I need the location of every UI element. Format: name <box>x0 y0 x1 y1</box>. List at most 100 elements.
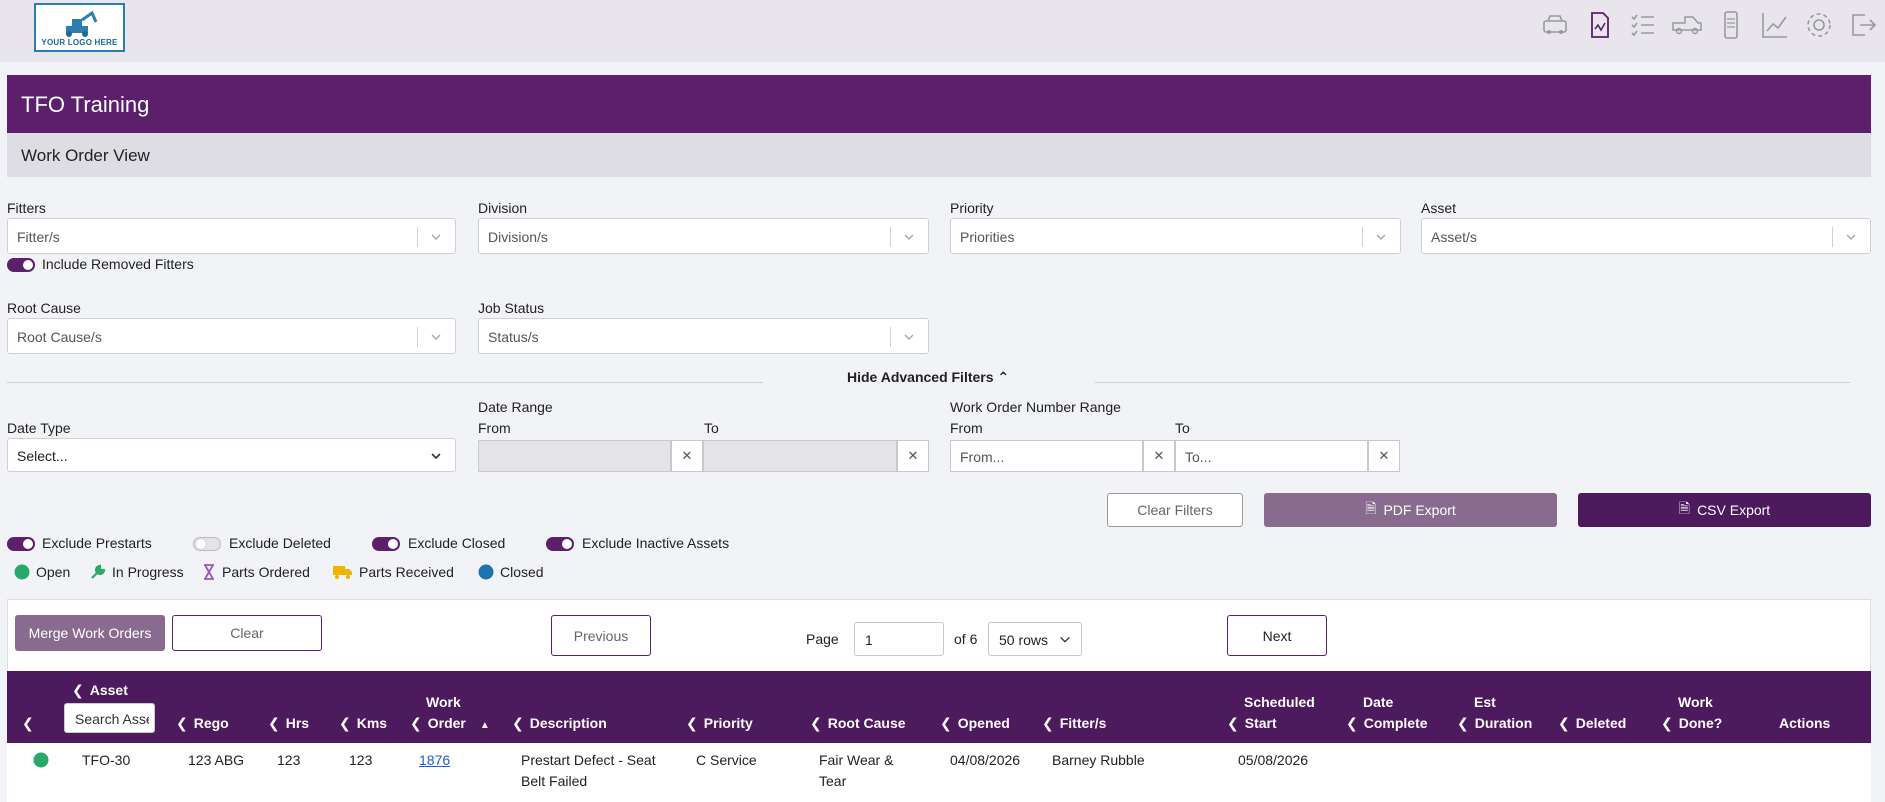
chevron-left-icon: ❮ <box>339 715 351 731</box>
chevron-down-icon <box>431 334 441 341</box>
next-page-button[interactable]: Next <box>1227 615 1327 656</box>
column-work-order[interactable]: ❮ Order ▲ <box>410 713 490 736</box>
hide-advanced-filters-toggle[interactable]: Hide Advanced Filters ⌃ <box>847 369 1009 386</box>
column-priority-label: Priority <box>703 715 753 731</box>
clear-wo-from-button[interactable]: ✕ <box>1143 440 1175 472</box>
company-logo[interactable]: YOUR LOGO HERE <box>34 3 125 52</box>
column-work-order-label: Order <box>427 715 466 731</box>
cell-asset: TFO-30 <box>82 752 131 768</box>
search-asset-placeholder: Search Asset <box>75 711 149 727</box>
exclude-deleted-toggle[interactable] <box>193 537 221 551</box>
chevron-down-icon <box>904 234 914 241</box>
include-removed-fitters-toggle[interactable] <box>7 258 35 272</box>
cell-kms: 123 <box>349 752 373 768</box>
fitters-placeholder: Fitter/s <box>17 229 60 245</box>
wo-to-label: To <box>1175 420 1190 436</box>
column-est-duration[interactable]: ❮ Duration <box>1457 713 1532 733</box>
open-status-icon <box>33 752 49 768</box>
exclude-closed-toggle[interactable] <box>372 537 400 551</box>
column-est-duration-label: Duration <box>1474 715 1533 731</box>
column-scheduled-start-label: Start <box>1244 715 1277 731</box>
logout-icon[interactable] <box>1841 8 1885 42</box>
column-description[interactable]: ❮ Description <box>512 713 607 733</box>
chevron-left-icon: ❮ <box>1661 715 1673 731</box>
rows-per-page-select[interactable]: 50 rows <box>988 622 1082 656</box>
date-to-input[interactable] <box>703 440 897 472</box>
chevron-left-icon: ❮ <box>686 715 698 731</box>
root-cause-select[interactable]: Root Cause/s <box>7 318 456 354</box>
column-opened[interactable]: ❮ Opened <box>940 713 1010 733</box>
wo-to-input[interactable]: To... <box>1175 440 1368 472</box>
column-asset[interactable]: ❮ Asset <box>72 680 128 700</box>
legend-closed-label: Closed <box>500 564 544 580</box>
cell-work-order[interactable]: 1876 <box>419 750 450 770</box>
date-type-label: Date Type <box>7 420 71 436</box>
previous-page-button[interactable]: Previous <box>551 615 651 656</box>
clear-wo-to-button[interactable]: ✕ <box>1368 440 1400 472</box>
date-type-value: Select... <box>17 448 68 464</box>
column-date-complete[interactable]: ❮ Complete <box>1346 713 1428 733</box>
exclude-inactive-assets-toggle[interactable] <box>546 537 574 551</box>
job-status-select[interactable]: Status/s <box>478 318 929 354</box>
date-from-input[interactable] <box>478 440 671 472</box>
date-type-select[interactable]: Select... <box>7 438 456 472</box>
page-header: TFO Training <box>7 75 1871 133</box>
priority-select[interactable]: Priorities <box>950 218 1401 254</box>
pdf-export-button[interactable]: 🗎 PDF Export <box>1264 493 1557 527</box>
cell-root-cause-line2: Tear <box>819 773 847 789</box>
wo-from-input[interactable]: From... <box>950 440 1143 472</box>
clear-filters-button[interactable]: Clear Filters <box>1107 493 1243 527</box>
cell-opened: 04/08/2026 <box>950 752 1021 768</box>
clear-selection-label: Clear <box>230 625 264 641</box>
exclude-prestarts-toggle[interactable] <box>7 537 35 551</box>
merge-work-orders-button[interactable]: Merge Work Orders <box>15 615 165 651</box>
wo-from-label: From <box>950 420 983 436</box>
page-number-input[interactable]: 1 <box>854 622 944 656</box>
column-fitters-label: Fitter/s <box>1059 715 1107 731</box>
hide-advanced-label: Hide Advanced Filters <box>847 369 994 385</box>
fitters-select[interactable]: Fitter/s <box>7 218 456 254</box>
column-scheduled-start[interactable]: ❮ Start <box>1227 713 1277 733</box>
logo-text: YOUR LOGO HERE <box>41 38 118 47</box>
checklist-icon[interactable] <box>1621 8 1665 42</box>
search-asset-input[interactable]: Search Asset <box>64 703 155 733</box>
column-work-done[interactable]: ❮ Done? <box>1661 713 1722 733</box>
column-priority[interactable]: ❮ Priority <box>686 713 753 733</box>
chevron-left-icon: ❮ <box>1042 715 1054 731</box>
division-select[interactable]: Division/s <box>478 218 929 254</box>
column-kms-label: Kms <box>356 715 388 731</box>
column-fitters[interactable]: ❮ Fitter/s <box>1042 713 1106 733</box>
next-page-label: Next <box>1262 627 1292 644</box>
column-rego[interactable]: ❮ Rego <box>176 713 229 733</box>
cell-scheduled-start: 05/08/2026 <box>1238 752 1309 768</box>
collapse-chevron-icon[interactable]: ❮ <box>22 713 34 733</box>
column-root-cause[interactable]: ❮ Root Cause <box>810 713 906 733</box>
settings-icon[interactable] <box>1797 8 1841 42</box>
csv-export-button[interactable]: 🗎 CSV Export <box>1578 493 1871 527</box>
clear-date-from-button[interactable]: ✕ <box>671 440 703 472</box>
car-icon[interactable] <box>1533 8 1577 42</box>
column-deleted[interactable]: ❮ Deleted <box>1558 713 1626 733</box>
truck-icon[interactable] <box>1665 8 1709 42</box>
file-pdf-icon: 🗎 <box>1365 500 1377 516</box>
column-est-duration-line1: Est <box>1474 694 1496 710</box>
hourglass-icon <box>204 564 214 580</box>
clear-selection-button[interactable]: Clear <box>172 615 322 651</box>
clear-date-to-button[interactable]: ✕ <box>897 440 929 472</box>
priority-placeholder: Priorities <box>960 229 1015 245</box>
chart-icon[interactable] <box>1753 8 1797 42</box>
asset-select[interactable]: Asset/s <box>1421 218 1871 254</box>
delivery-truck-icon <box>333 566 352 579</box>
chevron-left-icon: ❮ <box>1457 715 1469 731</box>
fitters-label: Fitters <box>7 200 46 216</box>
mobile-icon[interactable] <box>1709 8 1753 42</box>
column-opened-label: Opened <box>957 715 1010 731</box>
work-order-link[interactable]: 1876 <box>419 752 450 768</box>
job-status-label: Job Status <box>478 300 545 316</box>
column-hrs[interactable]: ❮ Hrs <box>268 713 309 733</box>
column-kms[interactable]: ❮ Kms <box>339 713 387 733</box>
root-cause-placeholder: Root Cause/s <box>17 329 102 345</box>
asset-label: Asset <box>1421 200 1457 216</box>
exclude-prestarts-label: Exclude Prestarts <box>42 535 152 551</box>
report-icon[interactable] <box>1577 8 1621 42</box>
